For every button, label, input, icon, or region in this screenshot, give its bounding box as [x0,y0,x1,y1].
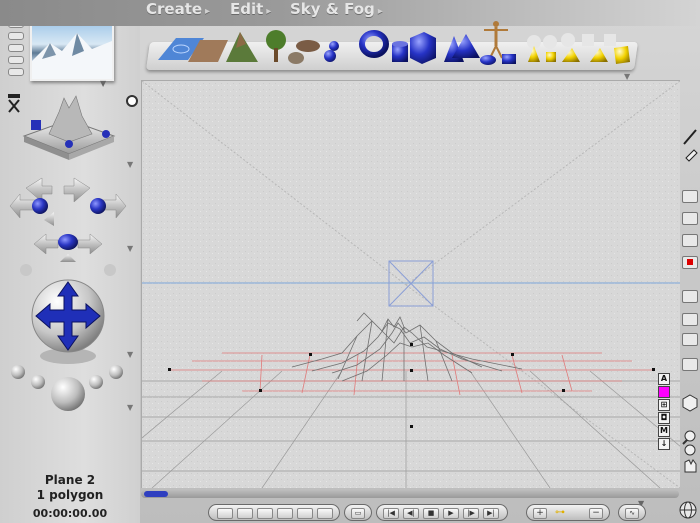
drop-to-floor-icon[interactable]: ↓ [658,438,670,450]
scene-button-5[interactable] [8,56,24,64]
play-icon[interactable]: ▶ [443,508,459,519]
menu-edit[interactable]: Edit ▸ [230,0,271,18]
preview-mountain-icon [32,33,112,79]
view-target-icon[interactable] [126,95,138,107]
menu-sky-fog-arrow-icon: ▸ [377,6,383,17]
frame-button-3[interactable] [257,508,273,519]
record-tool-icon[interactable] [682,256,698,269]
last-frame-icon[interactable]: ▶| [483,508,499,519]
scene-button-6[interactable] [8,68,24,76]
cube-view-icon [682,394,698,412]
metaball-blue-icon[interactable] [324,41,339,62]
square-icon[interactable] [502,54,516,64]
metaball-icon[interactable] [296,40,320,52]
time-readout: 00:00:00.00 [32,507,108,520]
cube-yellow-icon[interactable] [604,34,630,64]
loop-toggle-group: ▭ [344,504,372,521]
menu-edit-label: Edit [230,0,264,18]
terrain-mountain-icon[interactable] [226,32,258,62]
frame-button-5[interactable] [297,508,313,519]
frame-button-2[interactable] [237,508,253,519]
transport-group: |◀ ◀| ■ ▶ |▶ ▶| [376,504,508,521]
camera-dolly-control[interactable] [8,362,130,422]
cylinder-icon[interactable] [392,41,408,62]
pen-icon [683,129,697,145]
eraser-icon [685,149,698,162]
menu-create-label: Create [146,0,203,18]
stop-icon[interactable]: ■ [423,508,439,519]
figure-icon[interactable] [484,21,508,59]
zoom-out-icon [684,444,696,456]
scene-button-4[interactable] [8,44,24,52]
frame-button-1[interactable] [217,508,233,519]
scene-button-3[interactable] [8,32,24,40]
left-control-panel: ▼ ▼ ▼ ▼ ▼ Plane 2 1 polygon 00:00:00.00 [0,0,140,523]
sphere-icon[interactable] [480,55,496,65]
menu-sky-fog[interactable]: Sky & Fog ▸ [290,0,383,18]
sphere-yellow-icon[interactable] [527,35,541,62]
prev-key-icon[interactable]: ◀| [403,508,419,519]
3d-viewport[interactable]: A ⊞ ◘ M ↓ [141,80,680,488]
view-label-m[interactable]: M [658,425,670,437]
timeline-scrubber[interactable] [144,491,168,497]
move-chevron-icon[interactable]: ▼ [127,244,133,253]
rock-icon[interactable] [288,52,304,64]
motion-path-icon[interactable]: ∿ [625,508,639,519]
menu-edit-arrow-icon: ▸ [266,6,272,17]
properties-tool-icon[interactable] [682,234,698,247]
dolly-chevron-icon[interactable]: ▼ [127,403,133,412]
next-key-icon[interactable]: |▶ [463,508,479,519]
menu-create[interactable]: Create ▸ [146,0,210,18]
camera-move-control[interactable] [6,172,130,282]
frame-button-6[interactable] [317,508,333,519]
view-label-a[interactable]: A [658,373,670,385]
hand-pan-icon [684,459,697,473]
camera-trackball-sphere[interactable] [28,278,108,368]
object-name-label: Plane 2 [44,473,96,487]
add-key-button[interactable]: + [533,508,547,519]
link-icon[interactable]: ⊞ [658,399,670,411]
layer-tool-icon[interactable] [682,333,698,346]
color-swatch-magenta[interactable] [658,386,670,398]
mountain-tool-icon[interactable] [682,313,698,326]
globe-icon[interactable] [678,500,698,520]
cube-icon[interactable] [410,32,436,64]
menu-create-arrow-icon: ▸ [205,6,211,17]
frame-buttons-group [208,504,340,521]
object-tool-icon[interactable] [682,190,698,203]
world-trackball[interactable] [14,92,124,164]
key-icon[interactable]: ⊶ [555,507,565,518]
preview-menu-chevron-icon[interactable]: ▼ [100,79,106,88]
note-tool-icon[interactable] [682,212,698,225]
motion-path-group: ∿ [618,504,646,521]
cylinder-yellow-icon[interactable] [561,33,580,62]
cone-yellow-icon[interactable] [543,35,557,62]
loop-icon[interactable]: ▭ [351,508,365,519]
polygon-count-label: 1 polygon [36,488,104,502]
menu-sky-fog-label: Sky & Fog [290,0,375,18]
torus-icon[interactable] [359,30,389,58]
first-frame-icon[interactable]: |◀ [383,508,399,519]
timeline-track[interactable] [141,490,679,498]
remove-key-button[interactable]: − [589,508,603,519]
center-icon[interactable]: ◘ [658,412,670,424]
list-tool-icon[interactable] [682,290,698,303]
keyframe-group: + ⊶ − [526,504,610,521]
viewport-scene [142,81,680,488]
grid-tool-icon[interactable] [682,358,698,371]
pen-tools [683,129,698,162]
sphere-chevron-icon[interactable]: ▼ [127,350,133,359]
trackball-chevron-icon[interactable]: ▼ [127,160,133,169]
object-shelf-items [158,21,630,65]
frame-button-4[interactable] [277,508,293,519]
navigation-tools [682,394,698,473]
tree-icon[interactable] [266,30,286,62]
render-preview-thumbnail[interactable] [30,19,114,81]
